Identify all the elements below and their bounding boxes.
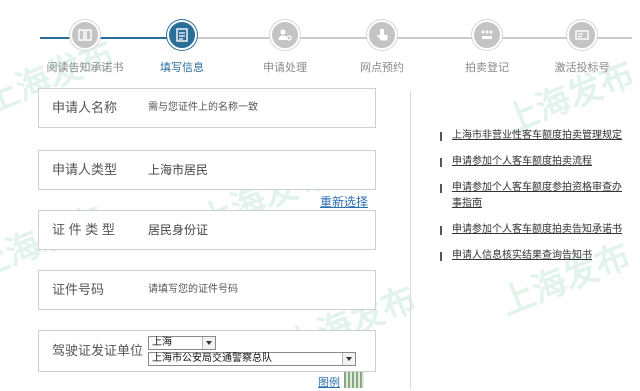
dots-grid-icon	[472, 20, 502, 50]
license-issuer-label: 驾驶证发证单位	[52, 343, 144, 358]
id-type-label: 证 件 类 型	[52, 222, 115, 237]
id-number-input[interactable]	[148, 271, 358, 309]
link-verification-notice[interactable]: 申请人信息核实结果查询告知书	[440, 248, 630, 264]
applicant-name-row: 申请人名称 需与您证件上的名称一致	[38, 88, 376, 128]
applicant-type-row: 申请人类型 上海市居民	[38, 150, 376, 190]
link-eligibility-guide[interactable]: 申请参加个人客车额度参拍资格审查办事指南	[440, 180, 630, 212]
step-label: 拍卖登记	[465, 62, 509, 74]
step-read-commitment[interactable]: 阅读告知承诺书	[30, 20, 140, 75]
applicant-name-label: 申请人名称	[52, 100, 118, 115]
id-number-label: 证件号码	[52, 282, 105, 297]
applicant-type-label: 申请人类型	[52, 162, 118, 177]
id-number-row: 证件号码	[38, 270, 376, 310]
step-label: 网点预约	[360, 62, 404, 74]
form-icon	[167, 20, 197, 50]
book-icon	[70, 20, 100, 50]
chevron-down-icon	[202, 337, 215, 349]
applicant-name-field[interactable]: 需与您证件上的名称一致	[148, 89, 258, 127]
hand-pointer-icon	[367, 20, 397, 50]
step-label: 激活投标号	[554, 62, 610, 74]
link-commitment-letter[interactable]: 申请参加个人客车额度拍卖告知承诺书	[440, 222, 630, 238]
step-activate-bid-number[interactable]: 激活投标号	[527, 20, 637, 75]
id-type-row: 证 件 类 型 居民身份证	[38, 210, 376, 250]
applicant-type-value: 上海市居民	[148, 163, 209, 177]
step-auction-registration[interactable]: 拍卖登记	[432, 20, 542, 75]
link-auction-process[interactable]: 申请参加个人客车额度拍卖流程	[440, 154, 630, 170]
user-gear-icon	[270, 20, 300, 50]
city-select[interactable]: 上海	[148, 336, 216, 350]
id-type-value: 居民身份证	[148, 223, 209, 237]
step-application-processing[interactable]: 申请处理	[230, 20, 340, 75]
column-divider	[410, 90, 411, 390]
chevron-down-icon	[342, 353, 355, 365]
issuing-unit-select[interactable]: 上海市公安局交通警察总队	[148, 352, 356, 366]
related-links: 上海市非营业性客车额度拍卖管理规定 申请参加个人客车额度拍卖流程 申请参加个人客…	[440, 128, 630, 274]
link-auction-regulation[interactable]: 上海市非营业性客车额度拍卖管理规定	[440, 128, 630, 144]
id-card-icon	[567, 20, 597, 50]
qr-code-icon[interactable]	[344, 372, 364, 388]
license-issuer-row: 驾驶证发证单位 上海 上海市公安局交通警察总队	[38, 330, 376, 372]
step-outlet-reservation[interactable]: 网点预约	[327, 20, 437, 75]
step-label: 申请处理	[263, 62, 307, 74]
reselect-link[interactable]: 重新选择	[320, 193, 368, 210]
city-select-value: 上海	[152, 337, 172, 348]
step-label: 阅读告知承诺书	[46, 62, 124, 74]
issuing-unit-select-value: 上海市公安局交通警察总队	[152, 353, 272, 364]
step-label: 填写信息	[160, 62, 204, 74]
example-link[interactable]: 图例	[318, 374, 340, 390]
step-fill-info[interactable]: 填写信息	[127, 20, 237, 75]
